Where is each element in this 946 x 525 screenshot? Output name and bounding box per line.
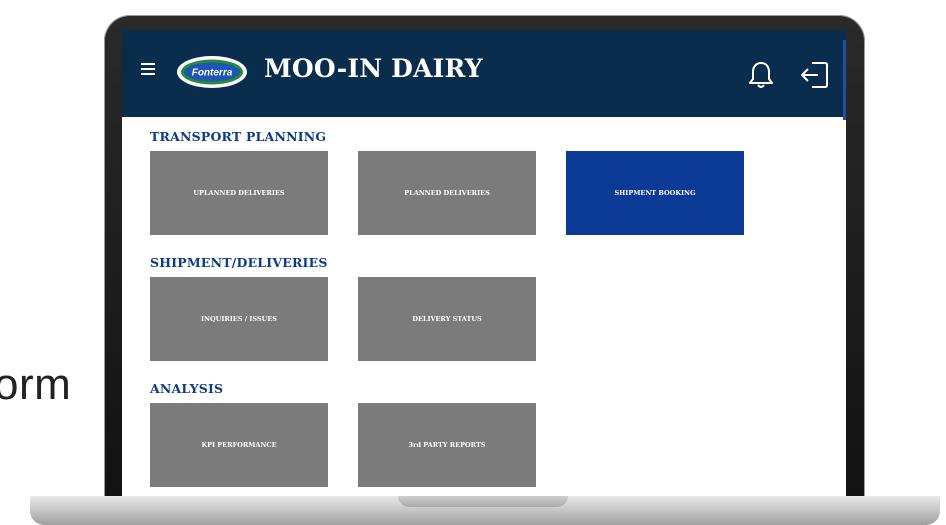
background-text: orm — [0, 360, 72, 409]
laptop-notch — [398, 496, 568, 507]
hamburger-icon[interactable] — [141, 63, 155, 75]
section-title-transport-planning: TRANSPORT PLANNING — [150, 129, 327, 144]
tile-kpi-performance[interactable]: KPI PERFORMANCE — [150, 403, 328, 487]
bell-icon[interactable] — [748, 60, 774, 90]
tile-unplanned-deliveries[interactable]: UPLANNED DELIVERIES — [150, 151, 328, 235]
app-title: MOO-IN DAIRY — [264, 54, 483, 83]
app-screen: Fonterra MOO-IN DAIRY TRANSPORT PLANNING… — [122, 30, 846, 498]
section-title-shipment-deliveries: SHIPMENT/DELIVERIES — [150, 255, 328, 270]
fonterra-logo: Fonterra — [177, 56, 247, 88]
tile-planned-deliveries[interactable]: PLANNED DELIVERIES — [358, 151, 536, 235]
tile-inquiries-issues[interactable]: INQUIRIES / ISSUES — [150, 277, 328, 361]
top-bar: Fonterra MOO-IN DAIRY — [122, 30, 846, 120]
section-title-analysis: ANALYSIS — [150, 381, 224, 396]
scrollbar-edge — [843, 40, 846, 120]
tile-delivery-status[interactable]: DELIVERY STATUS — [358, 277, 536, 361]
tile-shipment-booking[interactable]: SHIPMENT BOOKING — [566, 151, 744, 235]
logout-icon[interactable] — [800, 60, 830, 90]
logo-text: Fonterra — [192, 68, 233, 79]
tile-3rd-party-reports[interactable]: 3rd PARTY REPORTS — [358, 403, 536, 487]
